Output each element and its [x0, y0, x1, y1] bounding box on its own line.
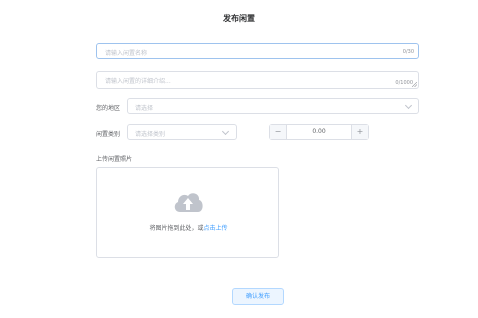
category-placeholder: 请选择类别: [135, 131, 166, 138]
price-value[interactable]: 0.00: [287, 125, 351, 139]
upload-link[interactable]: 点击上传: [204, 225, 228, 232]
item-name-placeholder: 请输入闲置名称: [105, 50, 148, 57]
description-placeholder: 请输入闲置的详细介绍...: [105, 78, 171, 85]
region-placeholder: 请选择: [135, 105, 154, 112]
submit-button[interactable]: 确认发布: [232, 288, 284, 305]
cloud-upload-icon: [174, 193, 203, 212]
category-select[interactable]: 请选择类别: [127, 124, 237, 140]
page-title: 发布闲置: [223, 14, 255, 23]
upload-hint: 将图片拖到此处，或: [149, 225, 204, 232]
increase-button[interactable]: +: [351, 125, 368, 139]
region-label: 您的地区: [96, 105, 121, 112]
resize-handle-icon[interactable]: [412, 82, 417, 87]
decrease-button[interactable]: −: [270, 125, 287, 139]
description-counter: 0/1000: [395, 80, 413, 86]
description-textarea[interactable]: 请输入闲置的详细介绍... 0/1000: [96, 71, 419, 89]
item-name-input[interactable]: 请输入闲置名称 0/30: [96, 43, 419, 59]
chevron-down-icon: [404, 101, 413, 110]
upload-label: 上传闲置照片: [96, 156, 133, 163]
region-select[interactable]: 请选择: [127, 98, 419, 114]
category-label: 闲置类别: [96, 131, 121, 138]
item-name-counter: 0/30: [402, 49, 414, 55]
upload-dropzone[interactable]: 将图片拖到此处，或点击上传: [96, 167, 279, 258]
chevron-down-icon: [221, 127, 230, 136]
price-stepper[interactable]: − 0.00 +: [269, 124, 369, 140]
